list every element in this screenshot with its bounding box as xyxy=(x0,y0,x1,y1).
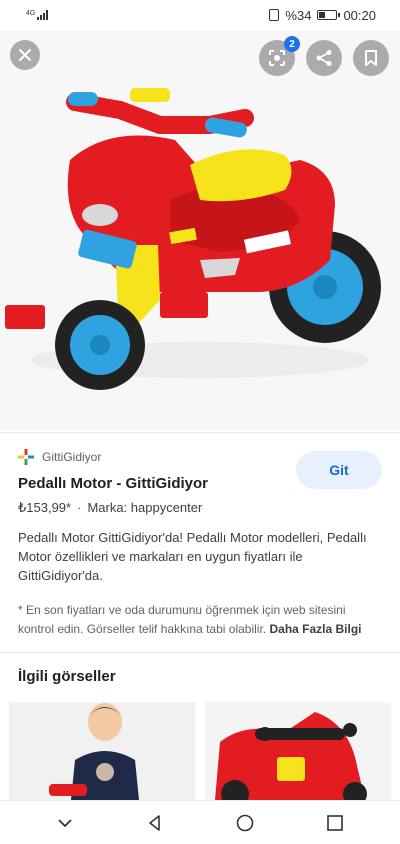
battery-percent: %34 xyxy=(285,7,312,23)
battery-icon xyxy=(317,10,341,20)
signal-icon xyxy=(37,10,49,20)
lens-icon xyxy=(269,50,285,66)
nav-back-button[interactable] xyxy=(135,803,175,843)
more-info-link[interactable]: Daha Fazla Bilgi xyxy=(269,622,361,636)
gittigidiyor-logo-icon xyxy=(18,449,34,465)
lens-badge: 2 xyxy=(284,36,300,52)
product-image[interactable]: 2 xyxy=(0,30,400,430)
save-button[interactable] xyxy=(353,40,389,76)
result-description: Pedallı Motor GittiGidiyor'da! Pedallı M… xyxy=(18,530,367,583)
clock: 00:20 xyxy=(343,7,376,23)
section-divider xyxy=(0,652,400,653)
price: ₺153,99* xyxy=(18,500,72,515)
vibrate-icon xyxy=(269,9,280,21)
recents-square-icon xyxy=(327,814,343,831)
network-type: 4G xyxy=(26,10,36,17)
red-toy-motorcycle-image xyxy=(205,702,391,800)
home-circle-icon xyxy=(236,814,254,831)
brand: Marka: happycenter xyxy=(87,500,203,515)
source-name: GittiGidiyor xyxy=(42,450,102,464)
back-triangle-icon xyxy=(149,814,160,831)
nav-home-button[interactable] xyxy=(225,803,265,843)
lens-button[interactable]: 2 xyxy=(259,36,300,76)
price-row: ₺153,99* · Marka: happycenter xyxy=(18,500,203,515)
status-bar: 4G %34 00:20 xyxy=(0,0,400,30)
bookmark-icon xyxy=(365,50,377,66)
related-image-2[interactable] xyxy=(205,702,391,800)
close-icon xyxy=(19,49,31,61)
nav-recents-button[interactable] xyxy=(315,803,355,843)
close-button[interactable] xyxy=(10,40,40,70)
visit-button[interactable]: Git xyxy=(296,451,382,489)
related-images-heading: İlgili görseller xyxy=(18,668,116,685)
system-nav-bar xyxy=(0,800,400,844)
disclaimer-note: * En son fiyatları ve oda durumunu öğren… xyxy=(18,603,362,636)
related-image-1[interactable] xyxy=(9,702,195,800)
chevron-down-icon xyxy=(58,818,72,827)
nav-hide-button[interactable] xyxy=(45,803,85,843)
child-on-tricycle-image xyxy=(9,702,195,800)
share-button[interactable] xyxy=(306,40,342,76)
signal-indicator: 4G xyxy=(26,10,49,20)
share-icon xyxy=(316,50,332,66)
tricycle-illustration xyxy=(0,30,400,430)
result-info: GittiGidiyor Pedallı Motor - GittiGidiyo… xyxy=(0,432,400,639)
